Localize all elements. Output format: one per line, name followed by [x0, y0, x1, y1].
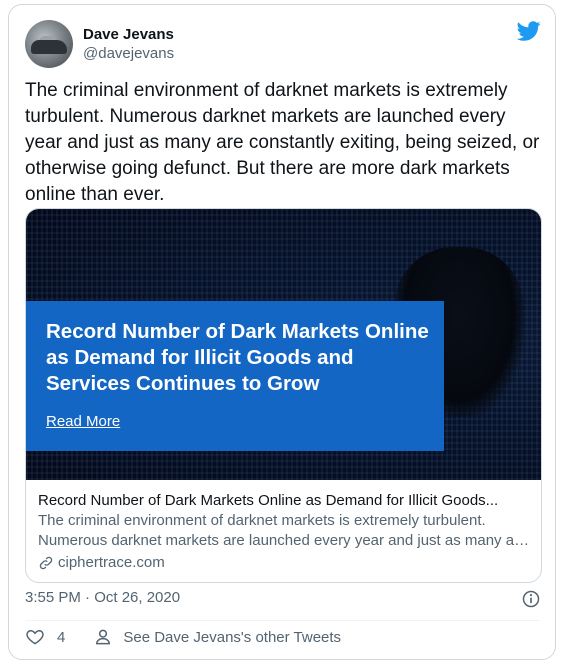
author-block: Dave Jevans @davejevans [83, 25, 174, 64]
link-title: Record Number of Dark Markets Online as … [38, 492, 499, 509]
tweet-text: The criminal environment of darknet mark… [25, 80, 540, 205]
tweet-card: Dave Jevans @davejevans The criminal env… [8, 4, 556, 660]
link-description: The criminal environment of darknet mark… [38, 511, 531, 551]
tweet-header: Dave Jevans @davejevans [25, 19, 174, 69]
like-count: 4 [57, 628, 66, 646]
tweet-timestamp[interactable]: 3:55 PM · Oct 26, 2020 [25, 589, 180, 606]
other-tweets-label: See Dave Jevans's other Tweets [123, 628, 342, 646]
other-tweets-link[interactable]: See Dave Jevans's other Tweets [93, 627, 341, 647]
person-icon [96, 629, 111, 645]
divider [25, 620, 539, 621]
article-banner: Record Number of Dark Markets Online as … [26, 301, 444, 451]
link-domain: ciphertrace.com [58, 554, 165, 571]
author-name[interactable]: Dave Jevans [83, 25, 174, 44]
heart-icon [26, 629, 44, 645]
link-domain-row: ciphertrace.com [38, 553, 531, 573]
twitter-logo-icon[interactable] [517, 19, 541, 43]
banner-title: Record Number of Dark Markets Online as … [46, 320, 429, 395]
like-button[interactable]: 4 [25, 627, 65, 647]
link-icon [39, 556, 53, 570]
link-description-line: The criminal environment of darknet mark… [38, 512, 486, 529]
tweet-actions: 4 See Dave Jevans's other Tweets [25, 627, 341, 647]
read-more-link[interactable]: Read More [46, 413, 120, 430]
link-description-line: Numerous darknet markets are launched ev… [38, 532, 531, 549]
link-preview-meta[interactable]: Record Number of Dark Markets Online as … [26, 480, 541, 582]
info-icon[interactable] [521, 589, 541, 609]
link-preview-image[interactable]: Record Number of Dark Markets Online as … [26, 209, 541, 480]
author-handle[interactable]: @davejevans [83, 44, 174, 64]
avatar-car-shape [31, 40, 67, 54]
avatar[interactable] [25, 20, 73, 68]
link-preview-card[interactable]: Record Number of Dark Markets Online as … [25, 208, 542, 583]
